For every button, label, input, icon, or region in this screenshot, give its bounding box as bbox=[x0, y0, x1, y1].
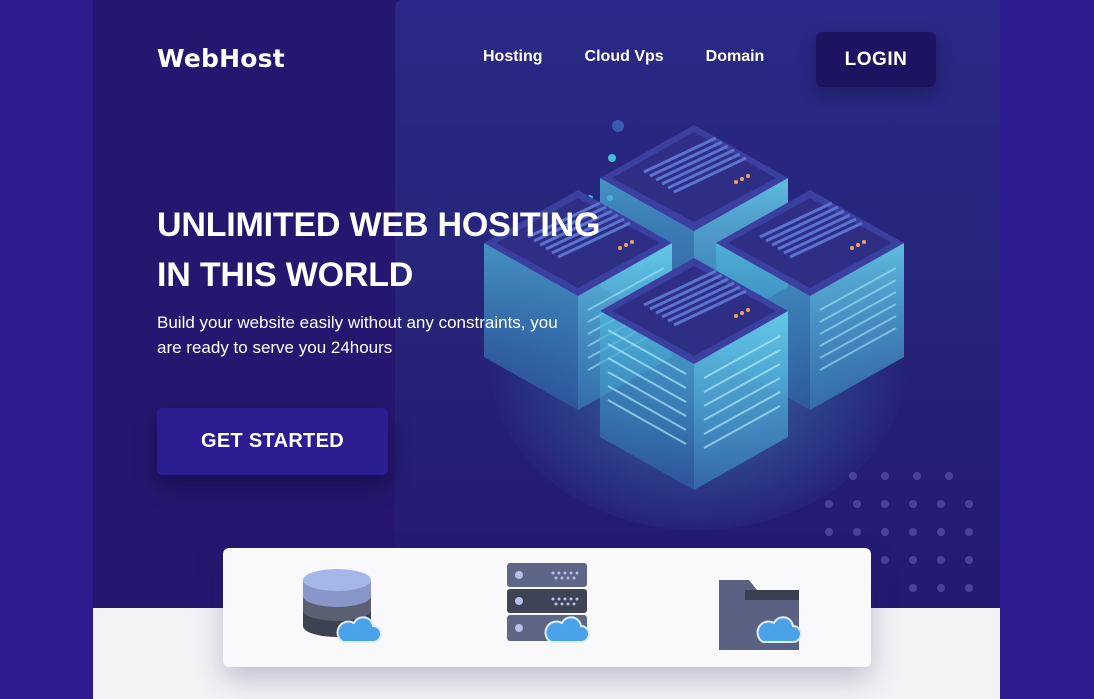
nav-item-hosting[interactable]: Hosting bbox=[483, 46, 543, 68]
feature-card bbox=[223, 548, 871, 667]
hero-section: WebHost Hosting Cloud Vps Domain LOGIN U… bbox=[93, 0, 1000, 608]
get-started-button[interactable]: GET STARTED bbox=[157, 408, 388, 475]
main-nav: Hosting Cloud Vps Domain bbox=[483, 46, 806, 68]
hero-subtitle: Build your website easily without any co… bbox=[157, 313, 558, 357]
login-button[interactable]: LOGIN bbox=[816, 32, 936, 87]
brand-logo[interactable]: WebHost bbox=[157, 44, 285, 73]
nav-item-domain[interactable]: Domain bbox=[706, 46, 765, 68]
server-rack-cloud-icon bbox=[507, 563, 590, 643]
folder-cloud-icon bbox=[719, 580, 802, 650]
hero-headline: UNLIMITED WEB HOSITING IN THIS WORLD bbox=[157, 206, 601, 294]
database-cloud-icon bbox=[303, 569, 382, 643]
landing-page: WebHost Hosting Cloud Vps Domain LOGIN U… bbox=[93, 0, 1000, 699]
nav-item-cloud-vps[interactable]: Cloud Vps bbox=[585, 46, 664, 68]
